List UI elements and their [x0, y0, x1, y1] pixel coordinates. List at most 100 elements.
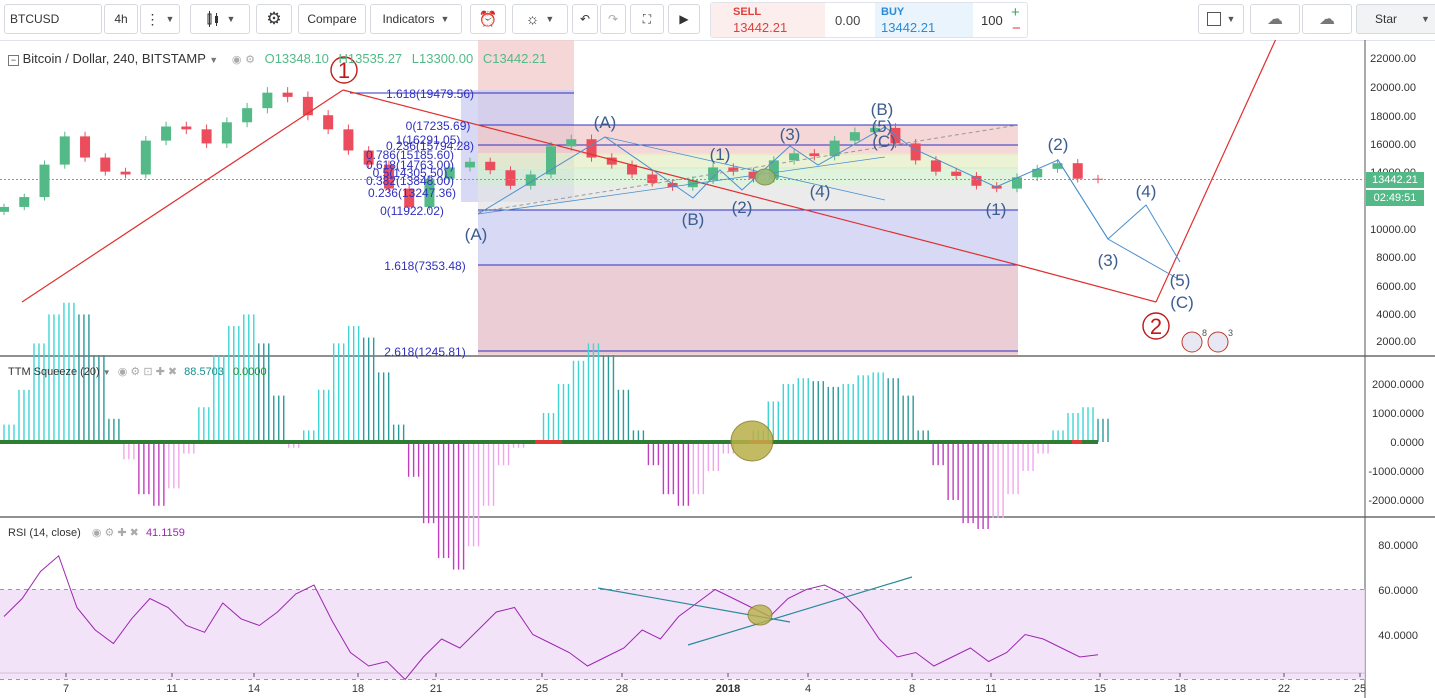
badge-count: 3: [1228, 328, 1233, 338]
start-button[interactable]: Star ▼: [1356, 4, 1435, 34]
minus-icon[interactable]: −: [1012, 20, 1021, 37]
symbol-search-input[interactable]: BTCUSD: [4, 4, 102, 34]
last-price-badge: 13442.21: [1366, 172, 1424, 188]
wave-label: (4): [810, 182, 831, 201]
time-axis-tick: 7: [63, 683, 69, 695]
price-candle: [140, 140, 151, 175]
ttm-axis-tick: 2000.0000: [1372, 379, 1424, 391]
redo-icon: ↷: [607, 12, 619, 26]
wave-label: (3): [780, 125, 801, 144]
chevron-down-icon[interactable]: ▼: [103, 368, 111, 377]
time-axis-tick: 18: [352, 683, 364, 695]
layout-button[interactable]: ▼: [1198, 4, 1244, 34]
indicators-button[interactable]: Indicators ▼: [370, 4, 462, 34]
wave-label: (A): [594, 113, 617, 132]
settings-button[interactable]: ⚙: [256, 4, 292, 34]
price-candle: [221, 122, 232, 144]
price-axis-tick: 10000.00: [1370, 224, 1416, 236]
time-axis-tick: 2018: [716, 683, 740, 695]
interval-button[interactable]: 4h: [104, 4, 138, 34]
low-value: L13300.00: [411, 51, 474, 66]
price-candle: [100, 157, 111, 172]
time-axis-tick: 4: [805, 683, 811, 695]
ttm-title: TTM Squeeze (20): [8, 366, 100, 378]
price-axis-tick: 6000.00: [1376, 281, 1416, 293]
fib-level-label: 1.618(7353.48): [384, 259, 465, 273]
indicator-controls-icon[interactable]: ◉ ⚙ ⊡ ✚ ✖: [118, 366, 177, 378]
rsi-pane: [0, 554, 1365, 681]
chevron-down-icon: ▼: [165, 14, 175, 24]
square-icon: [1206, 12, 1221, 26]
wave-label: (4): [1136, 182, 1157, 201]
fib-zone: [478, 125, 1018, 155]
price-candle: [849, 132, 860, 141]
price-candle: [80, 136, 91, 158]
plus-icon[interactable]: +: [1011, 4, 1020, 21]
collapse-icon[interactable]: −: [8, 55, 19, 66]
open-value: O13348.10: [264, 51, 329, 66]
price-candle: [809, 153, 820, 157]
price-axis-tick: 16000.00: [1370, 139, 1416, 151]
chevron-down-icon: ▼: [440, 14, 450, 24]
undo-icon: ↶: [579, 12, 591, 26]
flag-badge: [1181, 331, 1203, 353]
chart-style-button[interactable]: ▼: [190, 4, 250, 34]
spread-value: 0.00: [835, 13, 861, 28]
compare-button[interactable]: Compare: [298, 4, 366, 34]
quantity-field[interactable]: 100: [981, 13, 1003, 28]
price-candle: [910, 143, 921, 161]
indicator-controls-icon[interactable]: ◉ ⚙ ✚ ✖: [92, 527, 139, 539]
cloud-save-button[interactable]: ☁: [1302, 4, 1352, 34]
fib-level-label: 2.618(1245.81): [384, 345, 465, 359]
fib-zone: [478, 265, 1018, 355]
chevron-down-icon[interactable]: ▼: [209, 55, 218, 65]
price-candle: [242, 108, 253, 123]
trend-line: [21, 89, 344, 303]
eye-icon[interactable]: ◉: [232, 54, 242, 66]
price-candle: [39, 164, 50, 198]
alert-button[interactable]: ⏰: [470, 4, 506, 34]
chevron-down-icon: ▼: [1421, 14, 1430, 24]
play-icon: ▶: [679, 12, 689, 26]
wave-label: 2: [1150, 314, 1162, 339]
time-axis-tick: 14: [248, 683, 260, 695]
price-candle: [647, 174, 658, 183]
replay-button[interactable]: ▶: [668, 4, 700, 34]
interval-menu-button[interactable]: ⋮ ▼: [140, 4, 180, 34]
interval-text: 4h: [114, 12, 128, 26]
time-axis-tick: 28: [616, 683, 628, 695]
price-candle: [120, 171, 131, 175]
gear-icon: ⚙: [266, 9, 282, 28]
undo-button[interactable]: ↶: [572, 4, 598, 34]
candles-icon: [207, 11, 218, 27]
time-axis-tick: 8: [909, 683, 915, 695]
fullscreen-button[interactable]: ⛶: [630, 4, 664, 34]
main-legend: − Bitcoin / Dollar, 240, BITSTAMP ▼ ◉ ⚙ …: [8, 51, 547, 66]
wave-label: (5): [1170, 271, 1191, 290]
highlight-circle: [730, 420, 774, 462]
highlight-circle: [754, 168, 776, 186]
ideas-button[interactable]: ☼ ▼: [512, 4, 568, 34]
time-axis-tick: 15: [1094, 683, 1106, 695]
buy-label: BUY: [881, 6, 905, 18]
countdown-badge: 02:49:51: [1366, 190, 1424, 206]
buy-button[interactable]: BUY 13442.21: [875, 3, 973, 37]
badge-count: 8: [1202, 328, 1207, 338]
gear-icon[interactable]: ⚙: [245, 54, 255, 66]
price-candle: [566, 139, 577, 147]
redo-button[interactable]: ↷: [600, 4, 626, 34]
rsi-axis-tick: 40.0000: [1378, 630, 1418, 642]
wave-label: (2): [1048, 135, 1069, 154]
indicators-label: Indicators: [382, 12, 435, 26]
cloud-load-button[interactable]: ☁: [1250, 4, 1300, 34]
countdown-text: 02:49:51: [1373, 192, 1417, 204]
rsi-axis-tick: 60.0000: [1378, 585, 1418, 597]
price-axis-tick: 2000.00: [1376, 336, 1416, 348]
rsi-axis-tick: 80.0000: [1378, 540, 1418, 552]
fib-level-label: 0(17235.69): [406, 119, 471, 133]
time-axis-tick: 11: [166, 683, 177, 695]
sell-button[interactable]: SELL 13442.21: [711, 3, 825, 37]
sell-label: SELL: [733, 6, 762, 18]
time-axis-tick: 22: [1278, 683, 1290, 695]
alarm-icon: ⏰: [478, 11, 498, 28]
